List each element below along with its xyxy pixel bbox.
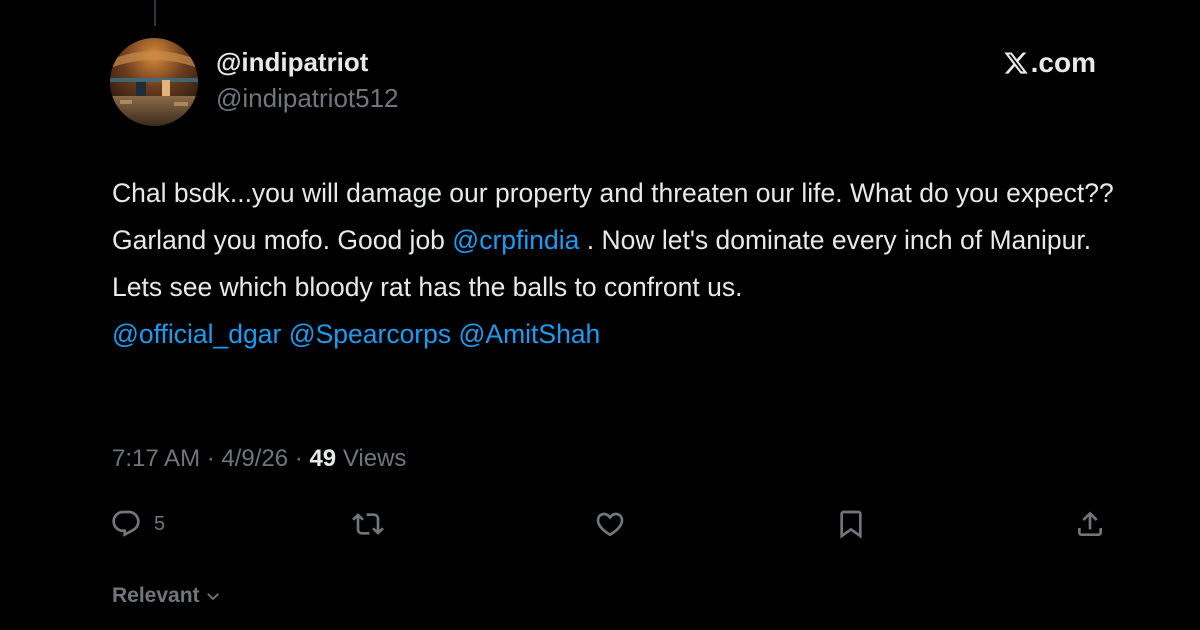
x-com-label: .com [1030, 47, 1096, 78]
tweet-text-space [281, 319, 288, 349]
mention-link[interactable]: @Spearcorps [289, 319, 451, 349]
thread-connector-line [154, 0, 156, 26]
avatar-image [110, 38, 198, 126]
reply-icon [112, 510, 140, 537]
x-com-watermark: .com [1003, 46, 1096, 80]
author-handle[interactable]: @indipatriot512 [216, 81, 399, 115]
retweet-icon [352, 513, 384, 535]
sort-replies-dropdown[interactable]: Relevant [112, 584, 222, 608]
bookmark-button[interactable] [835, 504, 867, 544]
meta-separator: · [288, 445, 310, 472]
reply-count: 5 [154, 512, 166, 535]
like-icon [596, 512, 624, 537]
like-button[interactable] [594, 504, 626, 544]
retweet-button[interactable] [352, 504, 384, 544]
views-count[interactable]: 49 [309, 445, 336, 472]
chevron-down-icon [206, 593, 219, 601]
tweet-actions: 5 [0, 504, 1200, 544]
tweet-text-space [451, 319, 458, 349]
avatar[interactable] [110, 38, 198, 126]
views-label[interactable]: Views [336, 445, 407, 472]
bookmark-icon [840, 510, 862, 539]
tweet-meta: 7:17 AM · 4/9/26 · 49 Views [112, 442, 406, 476]
share-icon [1078, 511, 1102, 536]
tweet-date[interactable]: 4/9/26 [221, 445, 288, 472]
sort-label: Relevant [112, 584, 200, 607]
mention-link[interactable]: @official_dgar [112, 319, 281, 349]
meta-separator: · [200, 445, 222, 472]
tweet-time[interactable]: 7:17 AM [112, 445, 200, 472]
share-button[interactable] [1074, 504, 1106, 544]
tweet-text: Chal bsdk...you will damage our property… [112, 170, 1122, 358]
reply-button[interactable]: 5 [110, 504, 165, 544]
x-logo-icon [1003, 52, 1028, 74]
mention-link[interactable]: @AmitShah [459, 319, 601, 349]
mention-link[interactable]: @crpfindia [452, 225, 579, 255]
author-display-name[interactable]: @indipatriot [216, 45, 368, 79]
